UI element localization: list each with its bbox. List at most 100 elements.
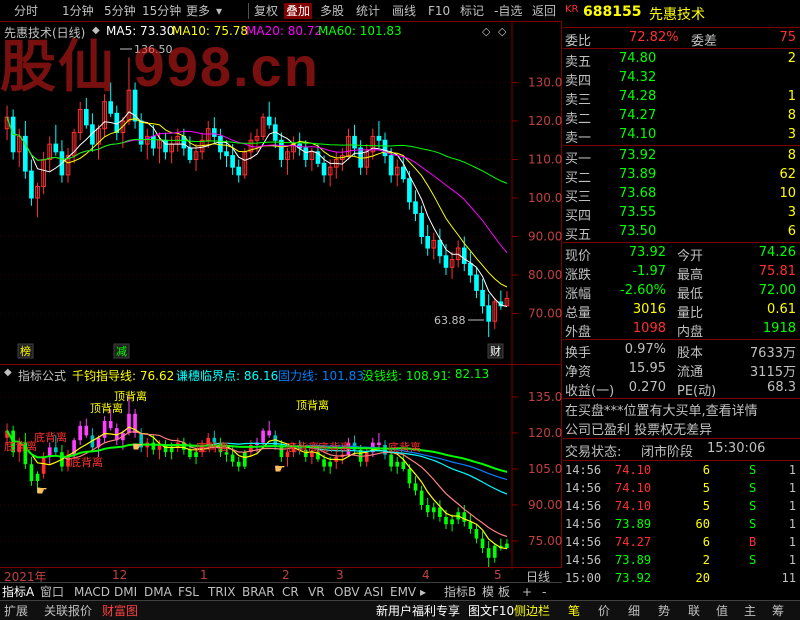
multi-stock-button[interactable]: 多股: [320, 3, 344, 19]
ask-price: 74.32: [619, 70, 657, 85]
tab-15min[interactable]: 15分钟: [142, 3, 181, 19]
chevron-down-icon[interactable]: ◆: [4, 367, 12, 378]
fundamental-row[interactable]: 换手 0.97% 股本 7633万: [563, 341, 800, 361]
tab-price[interactable]: 价: [598, 603, 610, 619]
tab-dma[interactable]: DMA: [144, 584, 172, 600]
chevron-down-icon[interactable]: ▾: [216, 3, 222, 19]
stat-value: 3115万: [749, 365, 796, 380]
tick-side: S: [749, 481, 757, 495]
sidebar-toggle[interactable]: 侧边栏: [514, 603, 550, 619]
related-quote-button[interactable]: 关联报价: [44, 603, 92, 619]
stat-row[interactable]: 涨幅 -2.60% 最低 72.00: [563, 282, 800, 302]
stat-label: 内盘: [677, 325, 704, 340]
tab-more[interactable]: 更多: [186, 3, 210, 19]
f10-button[interactable]: F10: [428, 3, 450, 19]
stat-row[interactable]: 涨跌 -1.97 最高 75.81: [563, 263, 800, 283]
tab-emv[interactable]: EMV: [390, 584, 416, 600]
stats-button[interactable]: 统计: [356, 3, 380, 19]
tab-main[interactable]: 主: [744, 603, 756, 619]
candle-body: [486, 305, 491, 322]
ask-row[interactable]: 卖四 74.32: [563, 69, 800, 89]
indicator-bar: [78, 425, 83, 441]
mark-button[interactable]: 标记: [460, 3, 484, 19]
tab-chips[interactable]: 筹: [772, 603, 784, 619]
tab-detail[interactable]: 细: [628, 603, 640, 619]
indicator-bar: [53, 447, 58, 453]
tab-link[interactable]: 联: [688, 603, 700, 619]
tab-obv[interactable]: OBV: [334, 584, 360, 600]
tab-trix[interactable]: TRIX: [208, 584, 235, 600]
tab-template[interactable]: 模: [482, 584, 494, 600]
tab-board[interactable]: 板: [498, 584, 510, 600]
fundamental-row[interactable]: 收益(一) 0.270 PE(动) 68.3: [563, 379, 800, 399]
fundamental-row[interactable]: 净资 15.95 流通 3115万: [563, 360, 800, 380]
wealth-chart-button[interactable]: 财富图: [102, 603, 138, 619]
watchlist-button[interactable]: -自选: [494, 3, 522, 19]
expand-button[interactable]: 扩展: [4, 603, 28, 619]
bid-row[interactable]: 买三 73.68 10: [563, 185, 800, 205]
draw-line-button[interactable]: 画线: [392, 3, 416, 19]
tick-side: B: [749, 535, 757, 549]
tab-asi[interactable]: ASI: [364, 584, 383, 600]
expand-icon[interactable]: ◇: [482, 25, 490, 38]
bid-row[interactable]: 买一 73.92 8: [563, 147, 800, 167]
watermark: 股仙 998.cn: [0, 35, 320, 98]
tab-fsl[interactable]: FSL: [178, 584, 199, 600]
tab-brar[interactable]: BRAR: [242, 584, 275, 600]
date-tick: 3: [336, 568, 344, 582]
stat-value: 15.95: [628, 361, 666, 376]
tab-cr[interactable]: CR: [282, 584, 299, 600]
ask-row[interactable]: 卖三 74.28 1: [563, 88, 800, 108]
tab-vr[interactable]: VR: [308, 584, 325, 600]
event-tag: 财: [490, 344, 501, 358]
bid-row[interactable]: 买二 73.89 62: [563, 166, 800, 186]
hand-pointer-icon: ☛: [274, 462, 286, 477]
tab-indicator-a[interactable]: 指标A: [2, 584, 34, 600]
stat-value: 75.81: [758, 264, 796, 279]
y-tick-label: 120.0: [528, 114, 562, 128]
new-user-promo-link[interactable]: 新用户福利专享: [376, 603, 460, 619]
stat-row[interactable]: 外盘 1098 内盘 1918: [563, 320, 800, 340]
bid-row[interactable]: 买五 73.50 6: [563, 223, 800, 243]
candle-body: [407, 178, 412, 203]
overlay-button[interactable]: 叠加: [284, 3, 313, 19]
bid-row[interactable]: 买四 73.55 3: [563, 204, 800, 224]
stat-value: 1098: [632, 321, 666, 336]
indicator-bar: [322, 459, 326, 467]
ask-row[interactable]: 卖五 74.80 2: [563, 50, 800, 70]
zoom-in-button[interactable]: +: [522, 584, 532, 600]
tab-dmi[interactable]: DMI: [114, 584, 137, 600]
f10-text-button[interactable]: 图文F10: [468, 603, 514, 619]
candle-body: [468, 262, 473, 276]
stat-value: 74.26: [758, 245, 796, 260]
collapse-icon[interactable]: ◇: [498, 25, 506, 38]
trade-status: 闭市阶段: [641, 445, 694, 460]
tab-5min[interactable]: 5分钟: [104, 3, 136, 19]
back-button[interactable]: 返回: [532, 3, 556, 19]
tick-time: 15:00: [565, 571, 602, 585]
zoom-out-button[interactable]: -: [542, 584, 546, 600]
tab-indicator-b[interactable]: 指标B: [444, 584, 476, 600]
tab-value[interactable]: 值: [716, 603, 728, 619]
indicator-chart[interactable]: 135.0 120.0 105.0 90.00 75.00 底背离 底背离 顶背离 顶背离 底背离…: [0, 364, 562, 569]
tab-ticks[interactable]: 笔: [568, 603, 580, 619]
stat-label: 流通: [677, 365, 704, 380]
tab-trend[interactable]: 势: [658, 603, 670, 619]
ask-row[interactable]: 卖一 74.10 3: [563, 126, 800, 146]
tick-volume: 5: [702, 499, 710, 513]
indicator-bar: [261, 430, 265, 443]
candlestick-chart[interactable]: 130.0 120.0 110.0 100.0 90.00 80.00 70.00 136.5…: [0, 22, 562, 364]
tab-macd[interactable]: MACD: [74, 584, 110, 600]
news-item-1[interactable]: 在买盘***位置有大买单,查看详情: [565, 400, 758, 419]
tab-window[interactable]: 窗口: [40, 584, 64, 600]
tab-1min[interactable]: 1分钟: [62, 3, 94, 19]
ask-row[interactable]: 卖二 74.27 8: [563, 107, 800, 127]
stat-row[interactable]: 现价 73.92 今开 74.26: [563, 244, 800, 264]
chevron-right-icon[interactable]: ▸: [420, 584, 426, 600]
fuquan-button[interactable]: 复权: [254, 3, 278, 19]
news-item-2[interactable]: 公司已盈利 投票权无差异: [565, 419, 712, 438]
stat-row[interactable]: 总量 3016 量比 0.61: [563, 301, 800, 321]
bid-price: 73.55: [619, 205, 657, 220]
indicator-plot[interactable]: 135.0120.0105.090.0075.00底背离底背离顶背离顶背离底背离…: [0, 365, 562, 569]
tab-timeshare[interactable]: 分时: [14, 3, 38, 19]
